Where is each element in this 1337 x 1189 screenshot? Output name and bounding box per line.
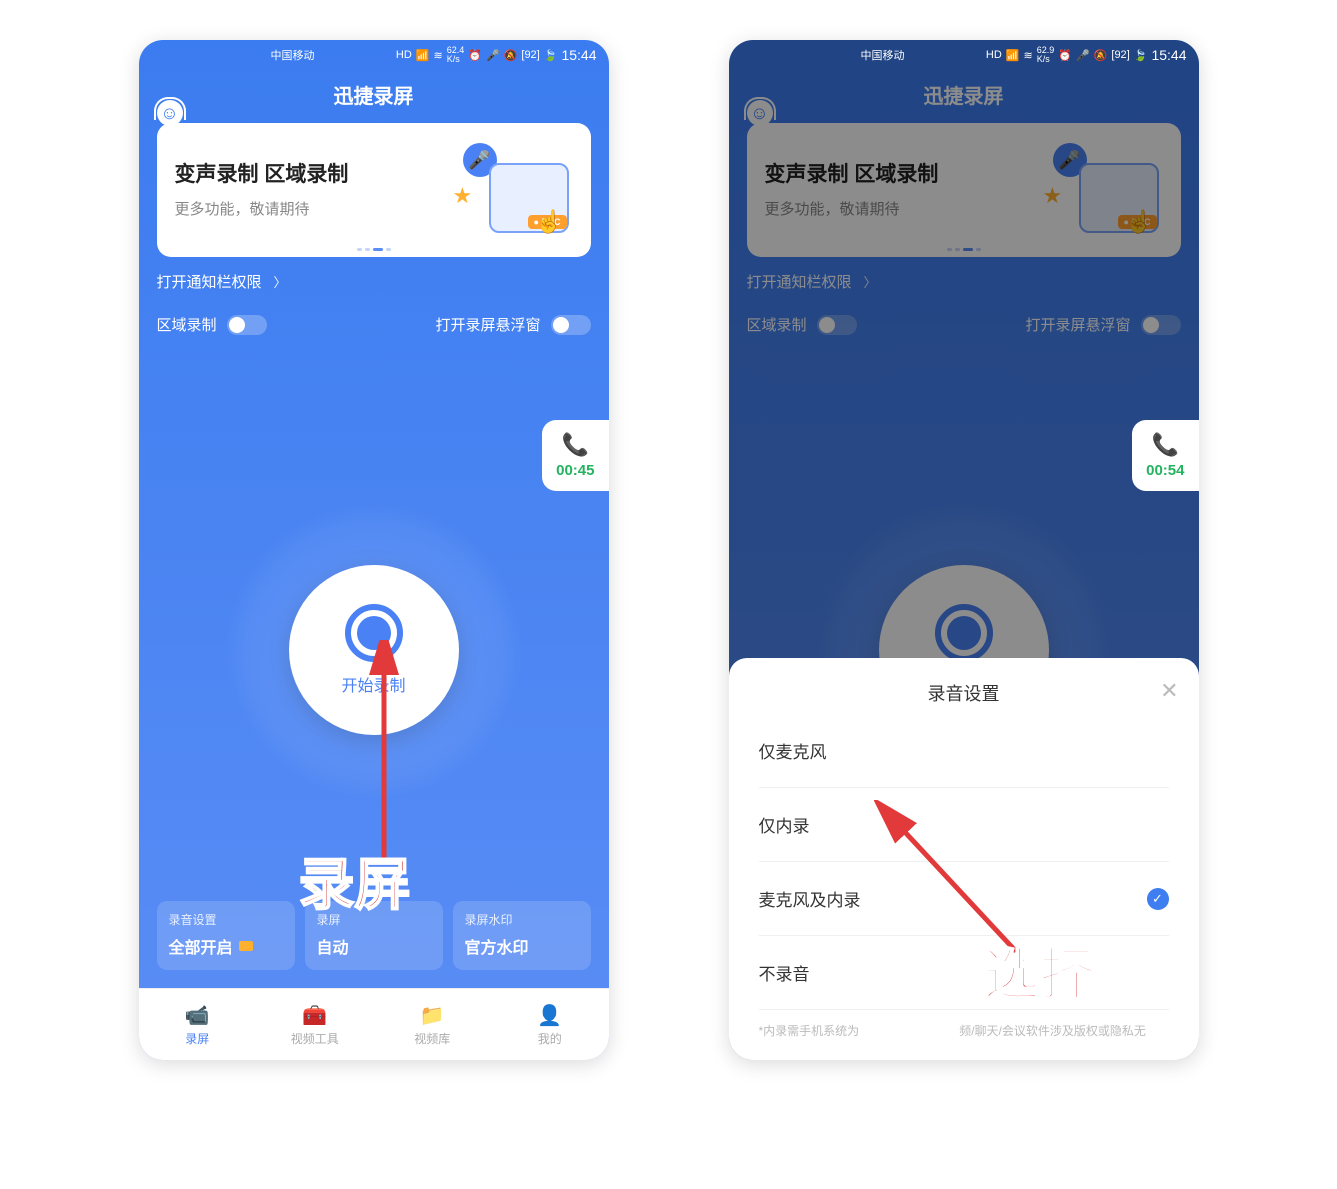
promo-subtitle: 更多功能，敬请期待 bbox=[175, 198, 349, 219]
watermark-card[interactable]: 录屏水印 官方水印 bbox=[453, 901, 591, 970]
pulse-ring: 开始录制 bbox=[224, 500, 524, 800]
phone-icon: 📞 bbox=[1146, 432, 1184, 458]
mute-icon: 🎤 bbox=[486, 49, 500, 62]
nav-label: 视频工具 bbox=[291, 1030, 339, 1047]
record-mode-card[interactable]: 录屏 自动 bbox=[305, 901, 443, 970]
battery-icon: [92] bbox=[1111, 49, 1129, 61]
option-mic-and-internal[interactable]: 麦克风及内录 ✓ bbox=[759, 862, 1169, 936]
option-mic-only[interactable]: 仅麦克风 bbox=[759, 714, 1169, 788]
signal-icon: 📶 bbox=[416, 49, 430, 62]
setting-label: 录屏 bbox=[317, 911, 431, 928]
battery-icon: [92] bbox=[521, 49, 539, 61]
audio-settings-sheet: ✕ 录音设置 仅麦克风 仅内录 麦克风及内录 ✓ 不录音 *内录需手机系统为 频… bbox=[729, 658, 1199, 1060]
hd-icon: HD bbox=[986, 49, 1002, 61]
leaf-icon: 🍃 bbox=[544, 49, 558, 62]
status-bar: 中国移动 HD 📶 ≋ 62.9 K/s ⏰ 🎤 🔕 [92] 🍃 15:44 bbox=[729, 40, 1199, 70]
record-dot-icon bbox=[357, 616, 391, 650]
option-label: 仅麦克风 bbox=[759, 738, 827, 763]
settings-row: 录音设置 全部开启 录屏 自动 录屏水印 官方水印 bbox=[157, 901, 591, 970]
switch-icon[interactable] bbox=[551, 315, 591, 335]
carousel-dots bbox=[157, 248, 591, 251]
option-label: 麦克风及内录 bbox=[759, 886, 861, 911]
carrier-label: 中国移动 bbox=[271, 47, 315, 63]
wifi-icon: ≋ bbox=[1024, 49, 1033, 62]
phone-left: 中国移动 HD 📶 ≋ 62.4 K/s ⏰ 🎤 🔕 [92] 🍃 15:44 … bbox=[139, 40, 609, 1060]
float-toggle-label: 打开录屏悬浮窗 bbox=[435, 314, 540, 335]
status-bar: 中国移动 HD 📶 ≋ 62.4 K/s ⏰ 🎤 🔕 [92] 🍃 15:44 bbox=[139, 40, 609, 70]
alarm-icon: ⏰ bbox=[1058, 49, 1072, 62]
star-icon: ★ bbox=[453, 183, 473, 209]
audio-setting-card[interactable]: 录音设置 全部开启 bbox=[157, 901, 295, 970]
option-label: 仅内录 bbox=[759, 812, 810, 837]
permission-link[interactable]: 打开通知栏权限 〉 bbox=[157, 271, 591, 292]
option-label: 不录音 bbox=[759, 960, 810, 985]
clock-label: 15:44 bbox=[561, 47, 596, 63]
timer-value: 00:54 bbox=[1146, 462, 1184, 479]
nav-library[interactable]: 📁 视频库 bbox=[374, 989, 492, 1060]
bottom-nav: 📹 录屏 🧰 视频工具 📁 视频库 👤 我的 bbox=[139, 988, 609, 1060]
nav-label: 我的 bbox=[538, 1030, 562, 1047]
region-toggle-label: 区域录制 bbox=[157, 314, 217, 335]
leaf-icon: 🍃 bbox=[1134, 49, 1148, 62]
promo-illustration: 🎤 ★ ● REC ☝ bbox=[453, 143, 573, 233]
promo-title: 变声录制 区域录制 bbox=[175, 158, 349, 188]
sheet-title: 录音设置 bbox=[759, 680, 1169, 706]
record-button[interactable]: 开始录制 bbox=[289, 565, 459, 735]
nav-label: 录屏 bbox=[185, 1030, 209, 1047]
page-title: 迅捷录屏 bbox=[139, 70, 609, 123]
alarm-icon: ⏰ bbox=[468, 49, 482, 62]
hand-icon: ☝ bbox=[535, 209, 562, 235]
close-icon[interactable]: ✕ bbox=[1160, 678, 1178, 704]
signal-icon: 📶 bbox=[1006, 49, 1020, 62]
phone-icon: 📞 bbox=[556, 432, 594, 458]
hd-icon: HD bbox=[396, 49, 412, 61]
setting-label: 录屏水印 bbox=[465, 911, 579, 928]
checkmark-icon: ✓ bbox=[1147, 888, 1169, 910]
camera-icon: 📹 bbox=[185, 1003, 210, 1028]
dnd-icon: 🔕 bbox=[1094, 49, 1108, 62]
option-internal-only[interactable]: 仅内录 bbox=[759, 788, 1169, 862]
folder-icon: 📁 bbox=[420, 1003, 445, 1028]
wifi-icon: ≋ bbox=[434, 49, 443, 62]
record-button-label: 开始录制 bbox=[341, 672, 405, 696]
nav-profile[interactable]: 👤 我的 bbox=[491, 989, 609, 1060]
nav-record[interactable]: 📹 录屏 bbox=[139, 989, 257, 1060]
toggles-row: 区域录制 打开录屏悬浮窗 bbox=[157, 314, 591, 335]
dnd-icon: 🔕 bbox=[504, 49, 518, 62]
phone-right: 中国移动 HD 📶 ≋ 62.9 K/s ⏰ 🎤 🔕 [92] 🍃 15:44 … bbox=[729, 40, 1199, 1060]
mute-icon: 🎤 bbox=[1076, 49, 1090, 62]
float-window-toggle[interactable]: 打开录屏悬浮窗 bbox=[435, 314, 590, 335]
setting-label: 录音设置 bbox=[169, 911, 283, 928]
switch-icon[interactable] bbox=[227, 315, 267, 335]
netspeed-label: 62.9 K/s bbox=[1037, 46, 1055, 64]
permission-label: 打开通知栏权限 bbox=[157, 271, 262, 292]
carrier-label: 中国移动 bbox=[861, 47, 905, 63]
nav-tools[interactable]: 🧰 视频工具 bbox=[256, 989, 374, 1060]
promo-card[interactable]: 变声录制 区域录制 更多功能，敬请期待 🎤 ★ ● REC ☝ bbox=[157, 123, 591, 257]
netspeed-label: 62.4 K/s bbox=[447, 46, 465, 64]
badge-icon bbox=[239, 941, 253, 951]
record-ring-icon bbox=[345, 604, 403, 662]
clock-label: 15:44 bbox=[1151, 47, 1186, 63]
setting-value: 官方水印 bbox=[465, 934, 579, 958]
setting-value: 全部开启 bbox=[169, 934, 233, 958]
nav-label: 视频库 bbox=[414, 1030, 450, 1047]
option-no-audio[interactable]: 不录音 bbox=[759, 936, 1169, 1010]
promo-text: 变声录制 区域录制 更多功能，敬请期待 bbox=[175, 158, 349, 219]
sheet-note: *内录需手机系统为 频/聊天/会议软件涉及版权或隐私无 bbox=[759, 1022, 1169, 1040]
region-record-toggle[interactable]: 区域录制 bbox=[157, 314, 267, 335]
person-icon: 👤 bbox=[537, 1003, 562, 1028]
setting-value: 自动 bbox=[317, 934, 431, 958]
call-timer-widget[interactable]: 📞 00:54 bbox=[1132, 420, 1198, 491]
toolbox-icon: 🧰 bbox=[302, 1003, 327, 1028]
chevron-right-icon: 〉 bbox=[274, 272, 287, 291]
record-zone: 开始录制 bbox=[139, 470, 609, 830]
